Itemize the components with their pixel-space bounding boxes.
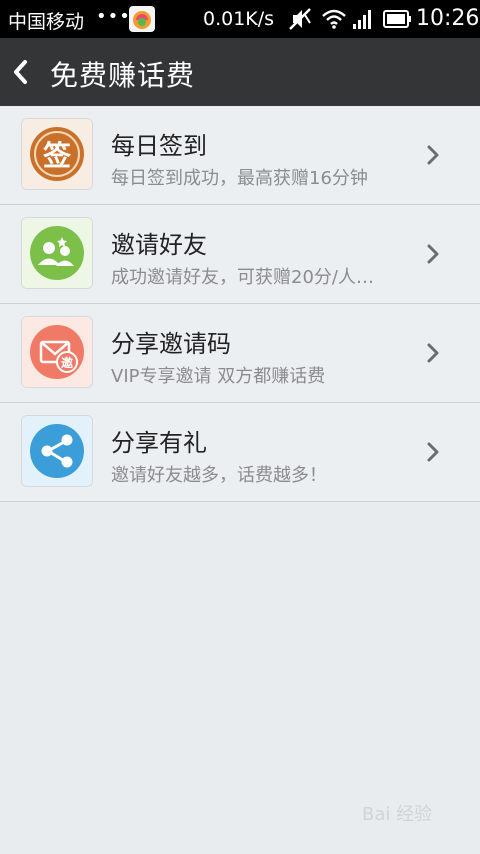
app-icon: [129, 6, 155, 32]
item-title: 分享有礼: [111, 429, 207, 457]
item-subtitle: 成功邀请好友，可获赠20分/人…: [111, 267, 374, 288]
menu-item-share-invite-code[interactable]: 邀 分享邀请码 VIP专享邀请 双方都赚话费: [0, 304, 480, 403]
network-speed: 0.01K/s: [203, 8, 275, 30]
carrier-label: 中国移动: [8, 11, 85, 33]
title-bar: 免费赚话费: [0, 38, 480, 106]
battery-icon: [383, 10, 411, 28]
invite-code-icon: 邀: [22, 317, 92, 387]
clock: 10:26: [416, 6, 480, 31]
item-title: 分享邀请码: [111, 330, 231, 358]
share-icon: [22, 416, 92, 486]
watermark: Bai 经验: [362, 804, 433, 825]
invite-glyph: 邀: [61, 355, 73, 370]
invite-code-icon-box: 邀: [21, 316, 93, 388]
menu-item-daily-signin[interactable]: 签 每日签到 每日签到成功，最高获赠16分钟: [0, 106, 480, 205]
item-subtitle: 邀请好友越多，话费越多！: [111, 465, 327, 486]
item-title: 邀请好友: [111, 231, 207, 259]
chevron-right-icon: [427, 442, 439, 462]
signal-icon: [353, 10, 371, 29]
invite-friends-icon: [22, 218, 92, 288]
chevron-right-icon: [427, 343, 439, 363]
back-button[interactable]: [6, 50, 40, 94]
item-title: 每日签到: [111, 132, 207, 160]
wifi-icon: [322, 9, 346, 29]
chevron-right-icon: [427, 244, 439, 264]
page-title: 免费赚话费: [50, 59, 196, 92]
sign-in-icon-box: 签: [21, 118, 93, 190]
chevron-right-icon: [427, 145, 439, 165]
status-bar: 中国移动 ••• 0.01K/s 10:26: [0, 0, 480, 38]
notification-dots: •••: [96, 6, 131, 27]
share-icon-box: [21, 415, 93, 487]
menu-item-share-gift[interactable]: 分享有礼 邀请好友越多，话费越多！: [0, 403, 480, 502]
menu-item-invite-friends[interactable]: 邀请好友 成功邀请好友，可获赠20分/人…: [0, 205, 480, 304]
menu-list: 签 每日签到 每日签到成功，最高获赠16分钟 邀请好友 成功邀请好友，可获赠20…: [0, 106, 480, 502]
sign-in-icon: 签: [22, 119, 92, 189]
item-subtitle: 每日签到成功，最高获赠16分钟: [111, 168, 368, 189]
invite-friends-icon-box: [21, 217, 93, 289]
chevron-left-icon: [14, 60, 27, 84]
item-subtitle: VIP专享邀请 双方都赚话费: [111, 366, 326, 387]
sign-glyph: 签: [43, 139, 71, 172]
mute-icon: [289, 8, 311, 30]
